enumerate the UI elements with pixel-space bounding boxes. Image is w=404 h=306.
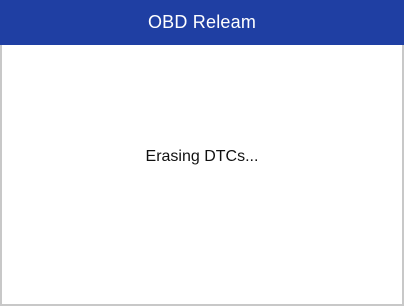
title-bar: OBD Releam [0,0,404,45]
content-area: Erasing DTCs... [0,45,404,306]
obd-screen: OBD Releam Erasing DTCs... [0,0,404,306]
status-message: Erasing DTCs... [145,148,259,165]
screen-title: OBD Releam [147,12,257,32]
